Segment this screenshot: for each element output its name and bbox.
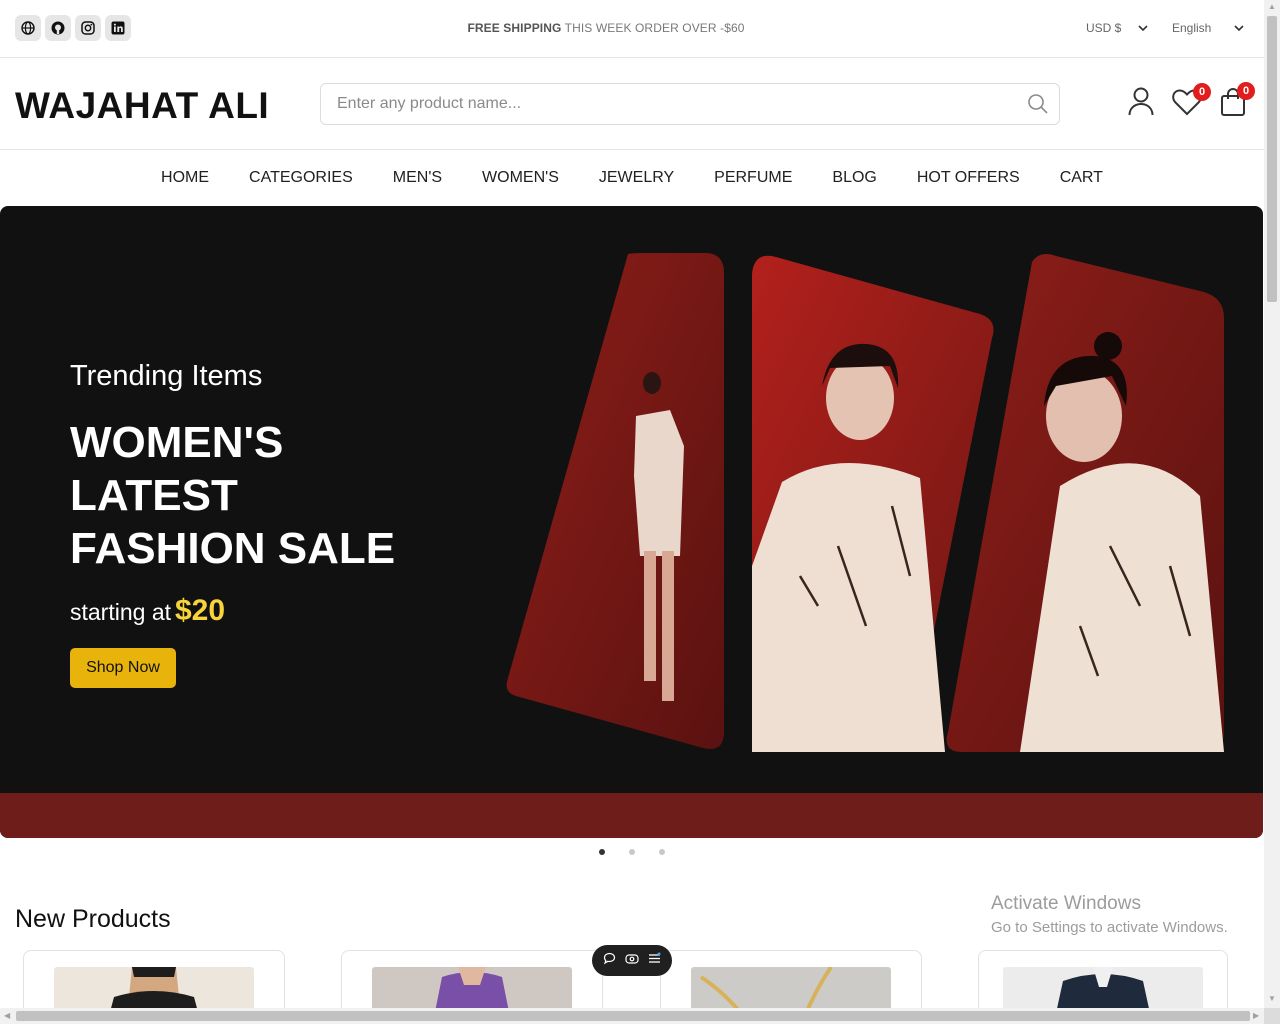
vertical-scrollbar[interactable]: ▲ ▼ (1264, 0, 1280, 1008)
nav-categories[interactable]: CATEGORIES (229, 150, 373, 206)
hero-banner: Trending Items WOMEN'S LATEST FASHION SA… (0, 206, 1263, 838)
vertical-scroll-thumb[interactable] (1267, 16, 1277, 302)
activate-windows-subtitle: Go to Settings to activate Windows. (991, 919, 1228, 936)
nav-cart[interactable]: CART (1040, 150, 1123, 206)
hero-title: WOMEN'S LATEST FASHION SALE (70, 416, 490, 575)
slider-dot-3[interactable] (659, 849, 665, 855)
cart-button[interactable]: 0 (1220, 82, 1255, 122)
scroll-left-arrow-icon[interactable]: ◀ (4, 1011, 10, 1020)
wishlist-count-badge: 0 (1193, 83, 1211, 101)
menu-icon[interactable] (648, 952, 661, 970)
model-image-2 (752, 255, 994, 753)
language-value: English (1172, 21, 1212, 35)
nav-mens[interactable]: MEN'S (373, 150, 462, 206)
hero-subtitle: Trending Items (70, 360, 263, 392)
new-products-title: New Products (15, 905, 171, 933)
scrollbar-corner (1264, 1008, 1280, 1024)
hero-slider-dots (0, 849, 1264, 855)
horizontal-scroll-thumb[interactable] (16, 1011, 1250, 1021)
hero-title-line: WOMEN'S (70, 418, 284, 467)
chevron-down-icon (1138, 25, 1148, 32)
scroll-right-arrow-icon[interactable]: ▶ (1253, 1011, 1259, 1020)
hero-title-line: LATEST (70, 471, 238, 520)
hero-price-prefix: starting at (70, 599, 171, 625)
hero-title-line: FASHION SALE (70, 524, 396, 573)
slider-dot-1[interactable] (599, 849, 605, 855)
slider-dot-2[interactable] (629, 849, 635, 855)
wishlist-button[interactable]: 0 (1172, 83, 1211, 121)
user-icon[interactable] (1127, 86, 1155, 121)
floating-toolbar (592, 945, 672, 976)
main-nav: HOME CATEGORIES MEN'S WOMEN'S JEWELRY PE… (0, 150, 1264, 206)
shipping-notice: FREE SHIPPING THIS WEEK ORDER OVER -$60 (0, 21, 1212, 35)
site-header: WAJAHAT ALI 0 0 (0, 59, 1264, 150)
eye-icon[interactable] (625, 952, 639, 970)
hero-price-value: $20 (175, 594, 226, 627)
shop-now-button[interactable]: Shop Now (70, 648, 176, 688)
shipping-notice-text: THIS WEEK ORDER OVER -$60 (564, 21, 745, 35)
language-select[interactable]: English (1172, 21, 1244, 35)
currency-select[interactable]: USD $ (1086, 21, 1148, 35)
hero-bottom-band (0, 793, 1263, 838)
nav-womens[interactable]: WOMEN'S (462, 150, 579, 206)
currency-value: USD $ (1086, 21, 1122, 35)
scroll-down-arrow-icon[interactable]: ▼ (1268, 994, 1276, 1003)
shipping-notice-bold: FREE SHIPPING (467, 21, 562, 35)
model-image-1 (506, 253, 724, 749)
top-bar: FREE SHIPPING THIS WEEK ORDER OVER -$60 … (0, 0, 1264, 58)
nav-jewelry[interactable]: JEWELRY (579, 150, 694, 206)
horizontal-scrollbar[interactable]: ◀ ▶ (0, 1008, 1264, 1024)
chat-bubble-icon[interactable] (603, 952, 616, 970)
cart-count-badge: 0 (1237, 82, 1255, 100)
nav-home[interactable]: HOME (141, 150, 229, 206)
search-box (320, 83, 1060, 125)
chevron-down-icon (1234, 25, 1244, 32)
hero-model-images (506, 253, 1224, 753)
nav-perfume[interactable]: PERFUME (694, 150, 812, 206)
scroll-up-arrow-icon[interactable]: ▲ (1268, 2, 1276, 11)
search-input[interactable] (321, 84, 1001, 124)
site-logo[interactable]: WAJAHAT ALI (15, 85, 269, 127)
hero-price-text: starting at $20 (70, 594, 225, 628)
activate-windows-title: Activate Windows (991, 893, 1141, 914)
nav-hot-offers[interactable]: HOT OFFERS (897, 150, 1040, 206)
search-icon[interactable] (1027, 93, 1049, 120)
nav-blog[interactable]: BLOG (812, 150, 896, 206)
activate-windows-watermark: Activate Windows Go to Settings to activ… (991, 893, 1228, 936)
